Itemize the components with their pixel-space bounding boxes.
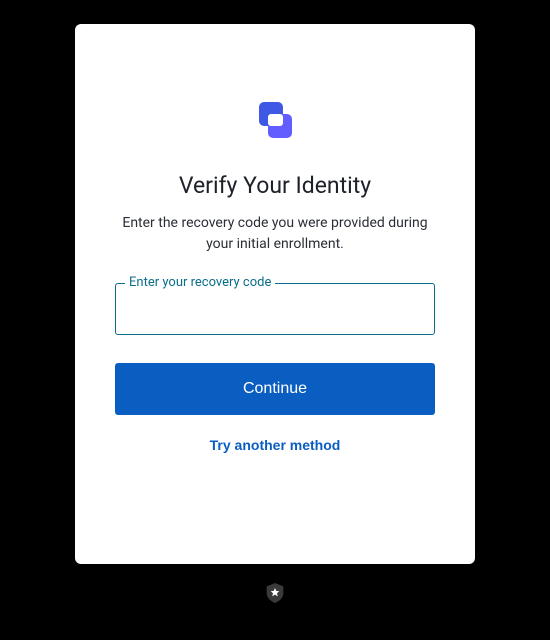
recovery-code-input[interactable] [115,283,435,335]
page-title: Verify Your Identity [179,172,371,199]
recovery-code-label: Enter your recovery code [125,275,275,290]
brand-logo-icon [251,96,299,144]
recovery-code-field: Enter your recovery code [115,283,435,335]
page-subtitle: Enter the recovery code you were provide… [115,213,435,255]
continue-button[interactable]: Continue [115,363,435,415]
auth0-badge-icon [265,582,285,604]
verify-identity-card: Verify Your Identity Enter the recovery … [75,24,475,564]
try-another-method-link[interactable]: Try another method [210,437,341,453]
